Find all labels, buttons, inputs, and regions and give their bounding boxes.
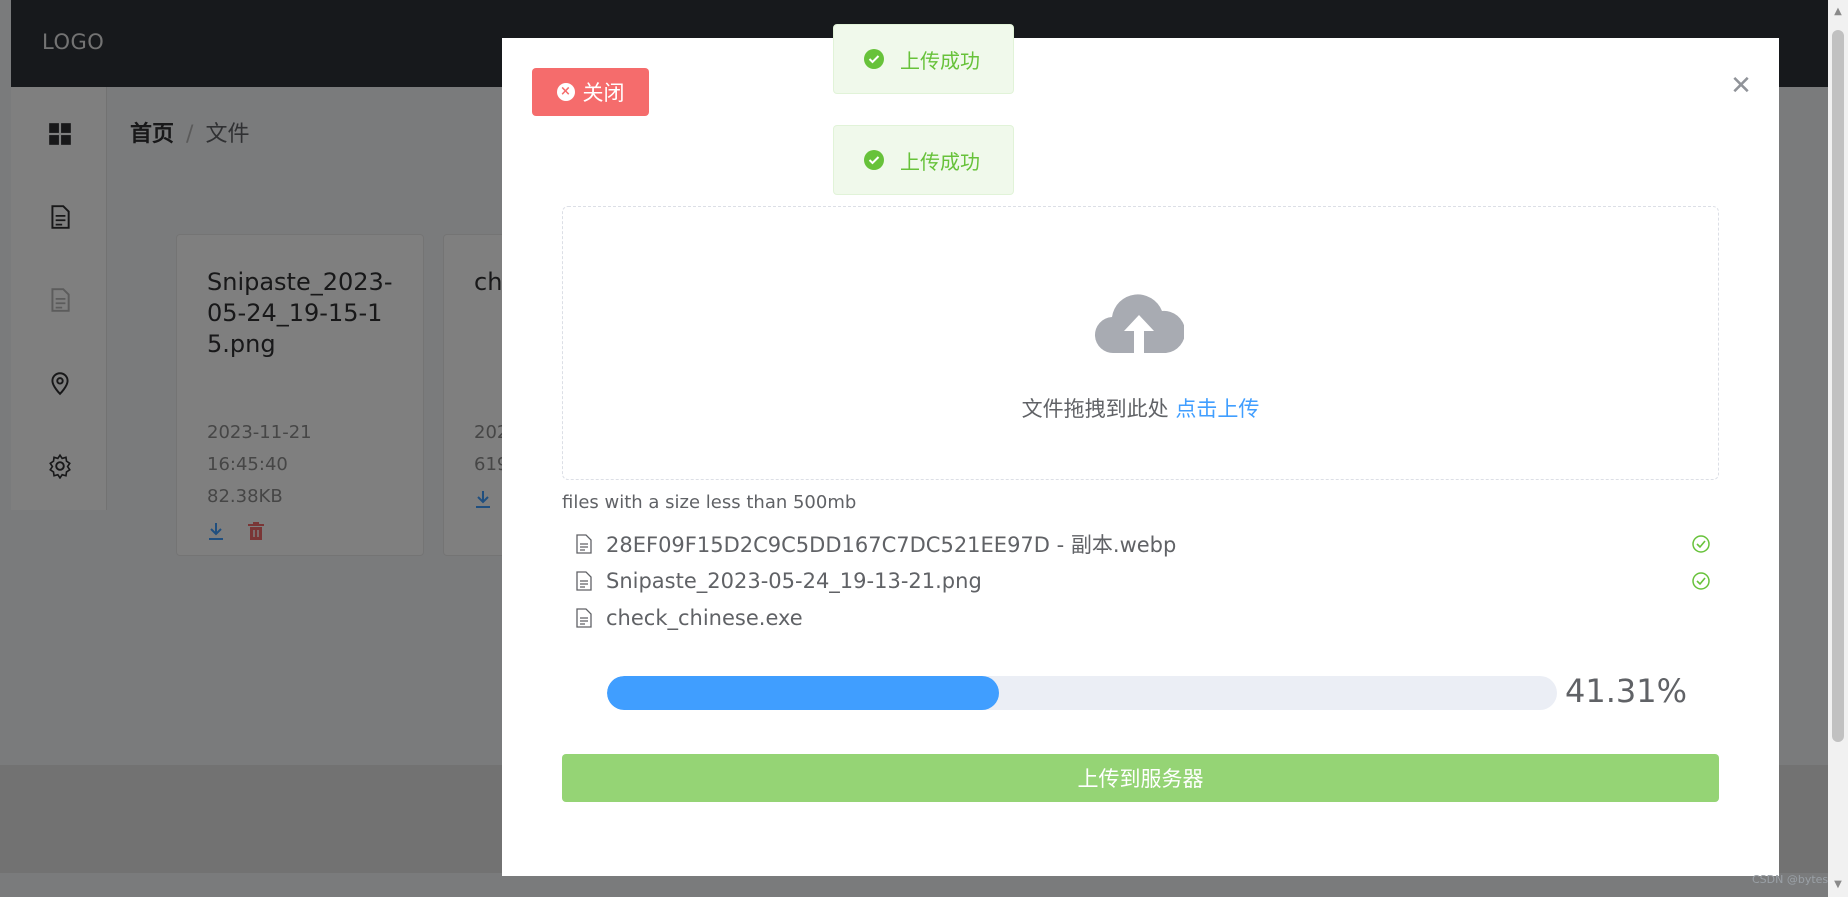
- file-icon: [576, 570, 592, 591]
- dialog-close-icon[interactable]: ✕: [1726, 71, 1756, 101]
- close-button[interactable]: × 关闭: [532, 68, 649, 116]
- file-icon: [576, 607, 592, 628]
- upload-progress-percent: 41.31%: [1565, 672, 1688, 710]
- upload-progress-fill: [607, 676, 1000, 710]
- upload-to-server-button[interactable]: 上传到服务器: [562, 754, 1719, 802]
- success-circle-icon: [864, 150, 884, 170]
- scroll-down-arrow-icon[interactable]: ▼: [1832, 879, 1844, 891]
- success-toast: 上传成功: [833, 125, 1014, 195]
- file-icon: [576, 533, 592, 554]
- watermark: CSDN @bytes: [1752, 873, 1829, 886]
- upload-tip: files with a size less than 500mb: [562, 492, 857, 513]
- list-item[interactable]: check_chinese.exe: [562, 599, 1719, 636]
- success-circle-icon: [864, 49, 884, 69]
- toast-message: 上传成功: [900, 48, 980, 73]
- file-name: 28EF09F15D2C9C5DD167C7DC521EE97D - 副本.we…: [606, 532, 1177, 557]
- upload-progress-bar: [607, 676, 1557, 710]
- toast-message: 上传成功: [900, 149, 980, 174]
- list-item[interactable]: 28EF09F15D2C9C5DD167C7DC521EE97D - 副本.we…: [562, 525, 1719, 562]
- upload-cloud-icon: [1094, 294, 1184, 354]
- success-check-icon: [1692, 535, 1710, 553]
- list-item[interactable]: Snipaste_2023-05-24_19-13-21.png: [562, 562, 1719, 599]
- file-name: Snipaste_2023-05-24_19-13-21.png: [606, 568, 982, 593]
- success-toast: 上传成功: [833, 24, 1014, 94]
- page-scrollbar[interactable]: ▲ ▼: [1828, 0, 1848, 897]
- dropzone-hint: 文件拖拽到此处: [1021, 397, 1169, 421]
- close-button-label: 关闭: [582, 81, 625, 105]
- dropzone-text: 文件拖拽到此处 点击上传: [563, 393, 1718, 423]
- scrollbar-thumb[interactable]: [1832, 30, 1844, 742]
- success-check-icon: [1692, 572, 1710, 590]
- upload-dialog: × 关闭 ✕ 文件拖拽到此处 点击上传 files with a size le…: [502, 38, 1779, 876]
- click-upload-link[interactable]: 点击上传: [1175, 397, 1259, 421]
- file-name: check_chinese.exe: [606, 605, 803, 630]
- scroll-up-arrow-icon[interactable]: ▲: [1832, 6, 1844, 18]
- close-circle-icon: ×: [556, 83, 575, 101]
- upload-file-list: 28EF09F15D2C9C5DD167C7DC521EE97D - 副本.we…: [562, 525, 1719, 636]
- upload-dropzone[interactable]: 文件拖拽到此处 点击上传: [562, 206, 1719, 480]
